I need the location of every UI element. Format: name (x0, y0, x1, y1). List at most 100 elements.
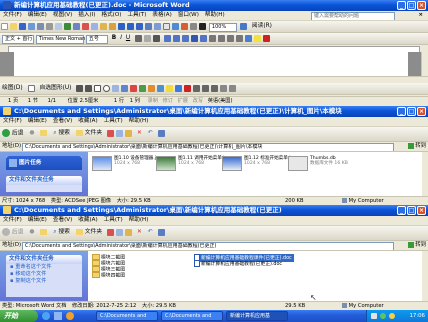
menu-file[interactable]: 文件(F) (3, 118, 22, 124)
numbering-icon[interactable] (209, 35, 216, 42)
maximize-button[interactable]: □ (407, 107, 416, 116)
close-button[interactable]: × (417, 206, 426, 215)
back-button[interactable]: 后退 (0, 129, 25, 138)
autoshapes-menu[interactable]: 自选图形(U) (37, 84, 73, 93)
network-icon[interactable] (380, 313, 386, 319)
up-button[interactable] (38, 228, 49, 237)
explorer2-titlebar[interactable]: C:\Documents and Settings\Administrator\… (0, 205, 428, 216)
copy-icon[interactable] (91, 23, 98, 30)
oval-icon[interactable] (103, 85, 111, 92)
status-trk[interactable]: 修订 (163, 98, 173, 104)
style-select[interactable]: 正文 + 首行 (2, 35, 34, 44)
picture-tasks-header[interactable]: 图片任务 (6, 156, 82, 170)
status-ovr[interactable]: 改写 (193, 98, 203, 104)
menu-favorites[interactable]: 收藏(A) (78, 217, 97, 223)
menu-window[interactable]: 窗口(W) (178, 12, 199, 18)
up-button[interactable] (38, 129, 49, 138)
menu-help[interactable]: 帮助(H) (129, 118, 149, 124)
menu-edit[interactable]: 编辑(E) (28, 12, 47, 18)
volume-icon[interactable] (389, 313, 395, 319)
cut-icon[interactable] (82, 23, 89, 30)
undo-icon[interactable]: ↶ (146, 129, 155, 138)
line-color-icon[interactable] (175, 85, 183, 92)
thumbnail-item[interactable]: Thumbs.db 数据库文件 16 KB (288, 156, 348, 172)
forward-button[interactable]: ● (27, 129, 36, 138)
close-doc-icon[interactable]: × (418, 11, 423, 20)
file-folder-tasks-header[interactable]: 文件和文件夹任务 (6, 255, 82, 264)
clipart-icon[interactable] (148, 85, 156, 92)
views-icon[interactable] (157, 229, 165, 236)
increase-indent-icon[interactable] (236, 35, 243, 42)
rectangle-icon[interactable] (94, 85, 102, 92)
excel-icon[interactable] (163, 23, 170, 30)
menu-view[interactable]: 查看(V) (53, 217, 72, 223)
format-painter-icon[interactable] (109, 23, 116, 30)
decrease-indent-icon[interactable] (227, 35, 234, 42)
explorer1-titlebar[interactable]: C:\Documents and Settings\Administrator\… (0, 106, 428, 117)
read-button[interactable]: 阅读(R) (250, 22, 274, 31)
menu-edit[interactable]: 编辑(E) (28, 118, 47, 124)
vertical-scrollbar[interactable] (422, 251, 428, 301)
menu-file[interactable]: 文件(F) (3, 217, 22, 223)
paste-icon[interactable] (125, 130, 133, 137)
paste-icon[interactable] (125, 229, 133, 236)
diagram-icon[interactable] (139, 85, 147, 92)
line-spacing-icon[interactable] (200, 35, 207, 42)
drawing-icon[interactable] (181, 23, 188, 30)
help-search-input[interactable]: 键入需要帮助的问题 (311, 12, 395, 20)
show-hide-icon[interactable] (199, 23, 206, 30)
menu-view[interactable]: 查看(V) (53, 118, 72, 124)
folders-button[interactable]: 文件夹 (74, 228, 104, 237)
menu-table[interactable]: 表格(A) (152, 12, 171, 18)
print-preview-icon[interactable] (55, 23, 62, 30)
save-icon[interactable] (19, 23, 26, 30)
line-style-icon[interactable] (193, 85, 201, 92)
menu-tools[interactable]: 工具(T) (104, 118, 123, 124)
ime-icon[interactable] (371, 313, 377, 319)
redo-icon[interactable] (127, 23, 134, 30)
research-icon[interactable] (73, 23, 80, 30)
menu-tools[interactable]: 工具(T) (127, 12, 146, 18)
move-to-icon[interactable] (107, 130, 115, 137)
doc-map-icon[interactable] (190, 23, 197, 30)
go-button[interactable]: 转到 (408, 242, 426, 249)
ruler[interactable] (0, 45, 428, 53)
back-button[interactable]: 后退 (0, 228, 25, 237)
thumbnail-item[interactable]: 图1.12 标准开始菜单.jpg 1024 x 768 (222, 156, 296, 172)
menu-edit[interactable]: 编辑(E) (28, 217, 47, 223)
taskbar-item-explorer-1[interactable]: C:\Documents and (96, 311, 158, 321)
columns-icon[interactable] (172, 23, 179, 30)
close-button[interactable]: × (417, 1, 426, 10)
shadow-icon[interactable] (220, 85, 228, 92)
hyperlink-icon[interactable] (136, 23, 143, 30)
fill-color-icon[interactable] (166, 85, 174, 92)
paste-icon[interactable] (100, 23, 107, 30)
3d-icon[interactable] (229, 85, 237, 92)
menu-format[interactable]: 格式(O) (101, 12, 121, 18)
forward-button[interactable]: ● (27, 228, 36, 237)
move-link[interactable]: ▪ 移动这个文件 (6, 271, 82, 278)
maximize-button[interactable]: □ (407, 1, 416, 10)
thumbnail-item[interactable]: 图1.11 调用开始菜单.jpg 1024 x 768 (156, 156, 230, 172)
address-input[interactable]: C:\Documents and Settings\Administrator\… (22, 143, 394, 151)
menu-help[interactable]: 帮助(H) (129, 217, 149, 223)
minimize-button[interactable]: _ (397, 107, 406, 116)
status-rec[interactable]: 录制 (148, 98, 158, 104)
clock[interactable]: 17:06 (409, 313, 425, 319)
search-button[interactable]: ⌕ 搜索 (51, 228, 72, 237)
menu-insert[interactable]: 插入(I) (78, 12, 95, 18)
media-quicklaunch-icon[interactable] (66, 312, 74, 320)
vertical-textbox-icon[interactable] (121, 85, 129, 92)
rename-link[interactable]: ▪ 重命名这个文件 (6, 264, 82, 271)
help-icon[interactable] (239, 23, 247, 30)
zoom-select[interactable]: 100% (208, 23, 237, 32)
menu-tools[interactable]: 工具(T) (104, 217, 123, 223)
underline-button[interactable]: U (124, 34, 132, 43)
list-item[interactable]: 新编计算机应用基础教程(已更正).doc (194, 260, 282, 268)
wordart-icon[interactable] (130, 85, 138, 92)
arrow-style-icon[interactable] (211, 85, 219, 92)
drawing-font-color-icon[interactable] (184, 85, 192, 92)
undo-icon[interactable]: ↶ (146, 228, 155, 237)
vertical-scrollbar[interactable] (422, 152, 428, 196)
document-canvas[interactable] (0, 52, 422, 76)
